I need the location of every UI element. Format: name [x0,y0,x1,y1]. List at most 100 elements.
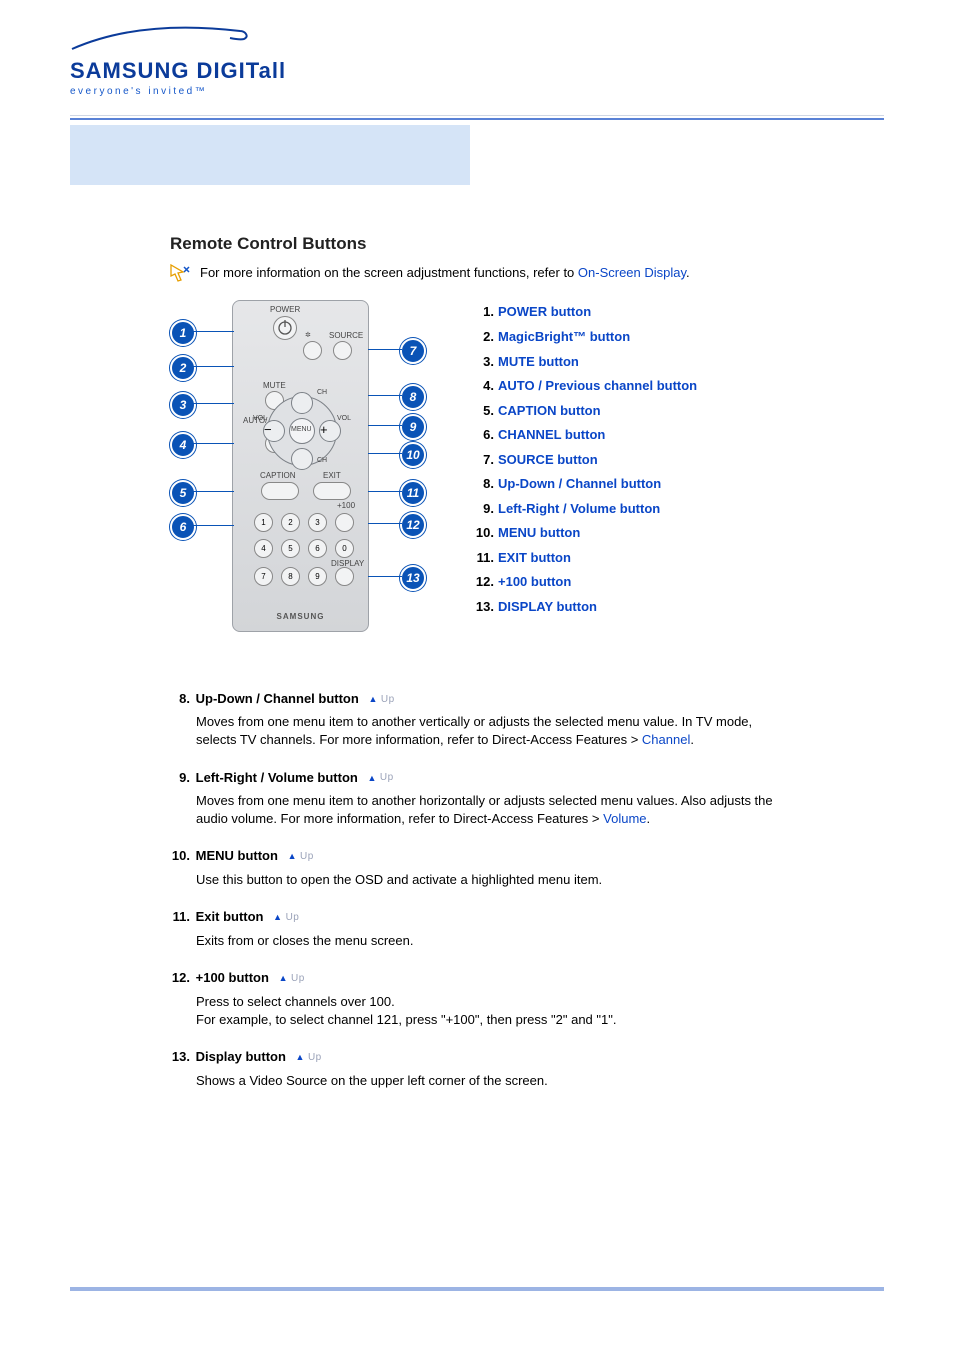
btn-magicbright [303,341,322,360]
marker-13: 13 [400,565,426,591]
divider-thin [70,115,884,116]
detail-title: Exit button [196,909,264,924]
btn-display [335,567,354,586]
up-triangle-icon: ▲ [296,1053,305,1062]
callout-item: 8.Up-Down / Channel button [470,472,697,497]
callout-magicbright[interactable]: MagicBright™ button [498,329,630,344]
up-link[interactable]: ▲Up [368,693,394,707]
detail-list: 8. Up-Down / Channel button ▲Up Moves fr… [170,690,790,1089]
divider-blue [70,118,884,120]
callout-auto[interactable]: AUTO / Previous channel button [498,378,697,393]
detail-body: Exits from or closes the menu screen. [196,932,790,950]
detail-body: Shows a Video Source on the upper left c… [196,1072,790,1090]
marker-7: 7 [400,338,426,364]
marker-4: 4 [170,432,196,458]
detail-updown: 8. Up-Down / Channel button ▲Up Moves fr… [170,690,790,749]
marker-1: 1 [170,320,196,346]
callout-item: 1.POWER button [470,300,697,325]
detail-title: +100 button [196,970,269,985]
info-text: For more information on the screen adjus… [200,264,690,282]
callout-source[interactable]: SOURCE button [498,452,598,467]
callout-mute[interactable]: MUTE button [498,354,579,369]
callout-caption[interactable]: CAPTION button [498,403,601,418]
marker-3: 3 [170,392,196,418]
detail-exit: 11. Exit button ▲Up Exits from or closes… [170,908,790,949]
callout-item: 2.MagicBright™ button [470,324,697,349]
up-triangle-icon: ▲ [273,913,282,922]
detail-body: Press to select channels over 100. For e… [196,993,790,1028]
callout-leftright[interactable]: Left-Right / Volume button [498,501,660,516]
label-plus100: +100 [337,501,355,512]
callout-item: 13.DISPLAY button [470,595,697,620]
callout-exit[interactable]: EXIT button [498,550,571,565]
marker-6: 6 [170,514,196,540]
detail-title: MENU button [196,848,278,863]
callout-item: 10.MENU button [470,521,697,546]
detail-body: Moves from one menu item to another hori… [196,792,790,827]
up-link[interactable]: ▲Up [279,972,305,986]
info-prefix: For more information on the screen adjus… [200,265,578,280]
label-samsung: SAMSUNG [233,612,368,623]
dpad: − + MENU VOL VOL CH CH [267,396,335,464]
detail-body: Moves from one menu item to another vert… [196,713,790,748]
up-triangle-icon: ▲ [279,974,288,983]
footer-bar [70,1287,884,1291]
callout-plus100[interactable]: +100 button [498,574,571,589]
volume-link[interactable]: Volume [603,811,646,826]
label-power: POWER [270,305,300,316]
decorative-band [70,125,470,185]
label-ch: CH [317,388,327,397]
callout-list: 1.POWER button 2.MagicBright™ button 3.M… [470,300,697,619]
marker-10: 10 [400,442,426,468]
channel-link[interactable]: Channel [642,732,690,747]
detail-title: Left-Right / Volume button [196,770,358,785]
detail-body: Use this button to open the OSD and acti… [196,871,790,889]
up-link[interactable]: ▲Up [288,850,314,864]
callout-power[interactable]: POWER button [498,304,591,319]
btn-power [273,316,297,340]
btn-exit [313,482,351,500]
page: SAMSUNG DIGITall everyone's invited™ Rem… [0,0,954,1351]
callout-updown[interactable]: Up-Down / Channel button [498,476,661,491]
detail-menu: 10. MENU button ▲Up Use this button to o… [170,847,790,888]
btn-plus100 [335,513,354,532]
up-link[interactable]: ▲Up [273,911,299,925]
marker-9: 9 [400,414,426,440]
callout-channel[interactable]: CHANNEL button [498,427,605,442]
page-title: Remote Control Buttons [170,233,790,256]
detail-title: Display button [196,1049,286,1064]
label-vol: VOL [253,414,267,423]
callout-item: 3.MUTE button [470,349,697,374]
callout-item: 7.SOURCE button [470,447,697,472]
up-triangle-icon: ▲ [368,695,377,704]
callout-item: 6.CHANNEL button [470,423,697,448]
tagline: everyone's invited™ [70,86,884,97]
info-suffix: . [686,265,690,280]
callout-item: 4.AUTO / Previous channel button [470,374,697,399]
callout-item: 12.+100 button [470,570,697,595]
callout-menu[interactable]: MENU button [498,525,580,540]
label-source: SOURCE [329,331,363,342]
label-menu: MENU [291,425,312,434]
btn-caption [261,482,299,500]
info-cursor-icon [170,264,190,282]
label-exit: EXIT [323,471,341,482]
btn-source [333,341,352,360]
detail-leftright: 9. Left-Right / Volume button ▲Up Moves … [170,769,790,828]
marker-12: 12 [400,512,426,538]
up-triangle-icon: ▲ [288,852,297,861]
diagram-row: POWER ✲ SOURCE MUTE AUTO/ PRE-CH [170,300,790,640]
up-link[interactable]: ▲Up [367,771,393,785]
up-triangle-icon: ▲ [367,774,376,783]
callout-display[interactable]: DISPLAY button [498,599,597,614]
callout-item: 11.EXIT button [470,545,697,570]
marker-11: 11 [400,480,426,506]
marker-2: 2 [170,355,196,381]
marker-8: 8 [400,384,426,410]
callout-item: 5.CAPTION button [470,398,697,423]
on-screen-display-link[interactable]: On-Screen Display [578,265,686,280]
dpad-down [291,448,313,470]
up-link[interactable]: ▲Up [296,1051,322,1065]
detail-display: 13. Display button ▲Up Shows a Video Sou… [170,1048,790,1089]
remote-diagram: POWER ✲ SOURCE MUTE AUTO/ PRE-CH [170,300,440,640]
